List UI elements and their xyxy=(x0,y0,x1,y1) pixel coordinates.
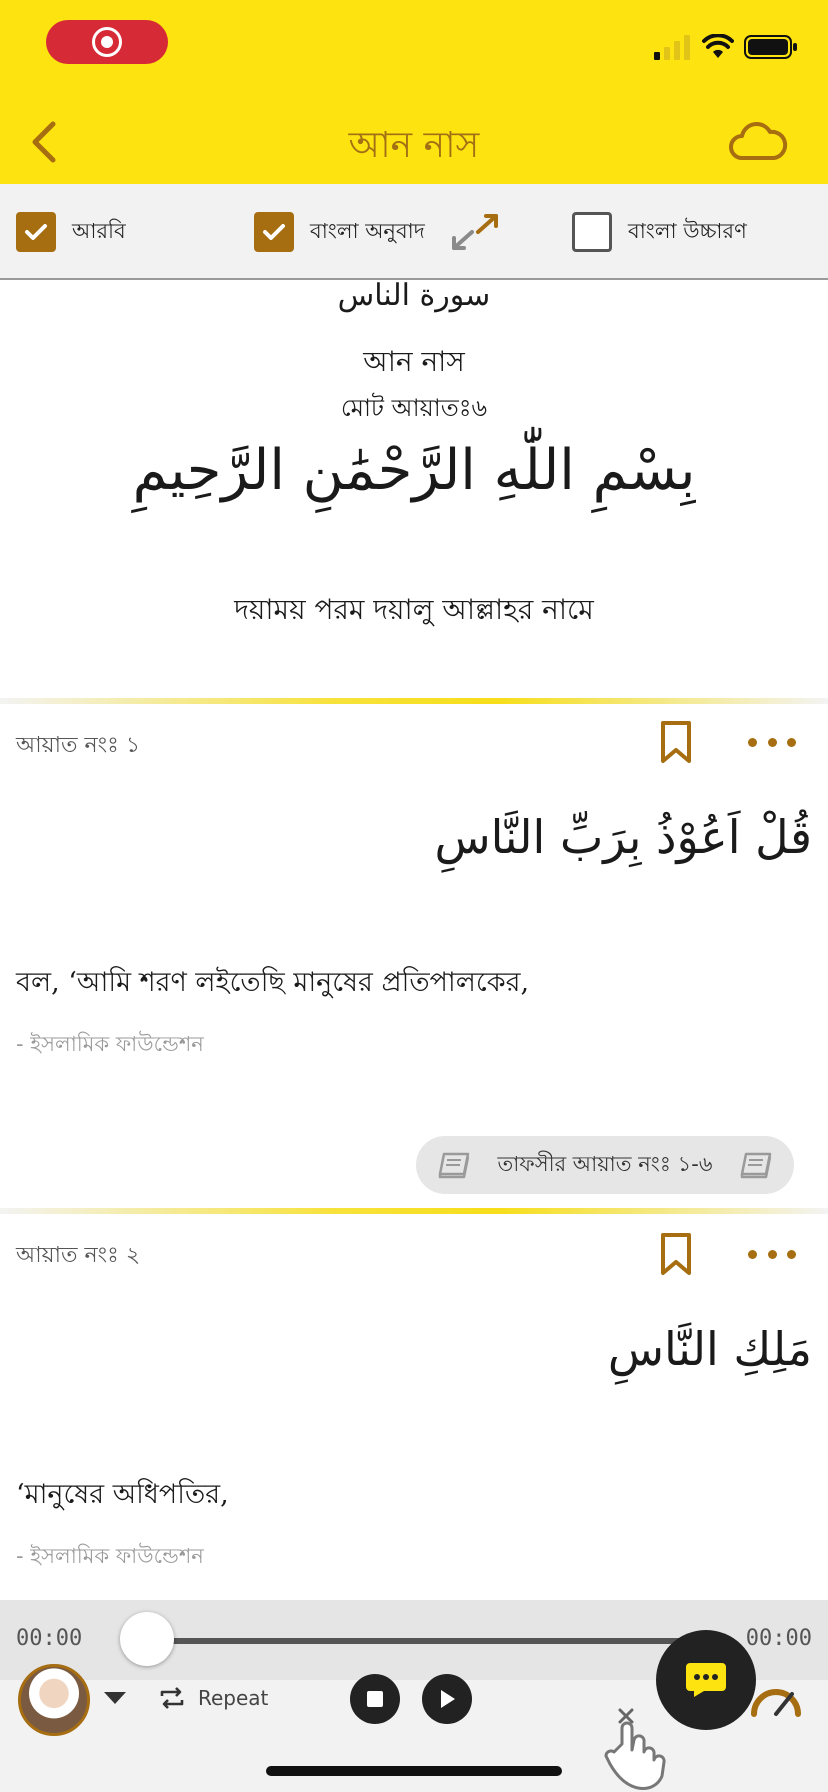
option-bangla-translation[interactable]: বাংলা অনুবাদ xyxy=(254,212,425,252)
page-title: আন নাস xyxy=(348,125,480,166)
speed-icon[interactable] xyxy=(748,1682,804,1718)
bookmark-icon[interactable] xyxy=(656,1232,696,1276)
translation-checkbox[interactable] xyxy=(254,212,294,252)
battery-icon xyxy=(744,35,797,59)
total-ayat: মোট আয়াতঃ৬ xyxy=(340,394,488,422)
play-icon xyxy=(441,1690,455,1708)
progress-track[interactable] xyxy=(146,1638,686,1644)
display-options-bar: আরবি বাংলা অনুবাদ বাংলা উচ্চারণ xyxy=(0,184,828,280)
bookmark-icon[interactable] xyxy=(656,720,696,764)
wifi-icon xyxy=(702,34,734,58)
option-bangla-pronunciation[interactable]: বাংলা উচ্চারণ xyxy=(572,212,747,252)
tafsir-button[interactable]: তাফসীর আয়াত নংঃ ১-৬ xyxy=(416,1136,794,1194)
chat-button[interactable] xyxy=(656,1630,756,1730)
swap-arrows-icon[interactable] xyxy=(450,212,500,252)
repeat-button[interactable]: Repeat xyxy=(158,1684,268,1712)
surah-arabic-name: سورة الناس xyxy=(337,278,491,313)
translation-source: - ইসলামিক ফাউন্ডেশন xyxy=(16,1032,204,1056)
more-options-button[interactable] xyxy=(748,730,796,754)
translation-source: - ইসলামিক ফাউন্ডেশন xyxy=(16,1544,204,1568)
ayah-arabic-text: مَلِكِ النَّاسِ xyxy=(607,1322,812,1376)
ayah-translation: ‘মানুষের অধিপতির, xyxy=(16,1479,229,1510)
chat-icon xyxy=(686,1663,726,1697)
home-indicator[interactable] xyxy=(266,1766,562,1776)
divider xyxy=(0,1208,828,1214)
cellular-signal-icon xyxy=(654,35,690,60)
option-arabic[interactable]: আরবি xyxy=(16,212,126,252)
app-header: আন নাস xyxy=(0,0,828,184)
nav-bar: আন নাস xyxy=(0,100,828,184)
ayah-number-label: আয়াত নংঃ ১ xyxy=(16,733,141,758)
pronunciation-checkbox[interactable] xyxy=(572,212,612,252)
more-options-button[interactable] xyxy=(748,1242,796,1266)
checkmark-icon xyxy=(263,224,285,240)
screen-recording-indicator[interactable] xyxy=(46,20,168,64)
bismillah-arabic: بِسْمِ اللّٰهِ الرَّحْمَٰنِ الرَّحِيمِ xyxy=(132,438,696,503)
current-time: 00:00 xyxy=(16,1626,83,1651)
book-icon xyxy=(438,1152,470,1179)
repeat-icon xyxy=(160,1687,184,1709)
book-icon xyxy=(740,1152,772,1179)
option-translation-label: বাংলা অনুবাদ xyxy=(310,218,425,243)
tap-gesture-icon xyxy=(604,1708,666,1790)
chevron-down-icon[interactable] xyxy=(104,1692,126,1704)
ayah-arabic-text: قُلْ اَعُوْذُ بِرَبِّ النَّاسِ xyxy=(434,810,812,864)
arabic-checkbox[interactable] xyxy=(16,212,56,252)
cloud-icon xyxy=(729,121,788,160)
option-arabic-label: আরবি xyxy=(72,218,126,243)
divider xyxy=(0,698,828,704)
tafsir-label: তাফসীর আয়াত নংঃ ১-৬ xyxy=(497,1151,713,1176)
play-button[interactable] xyxy=(422,1674,472,1724)
option-pronunciation-label: বাংলা উচ্চারণ xyxy=(628,218,747,243)
reciter-avatar[interactable] xyxy=(18,1664,90,1736)
record-icon xyxy=(92,27,122,57)
ayah-number-label: আয়াত নংঃ ২ xyxy=(16,1243,141,1268)
surah-bangla-name: আন নাস xyxy=(363,345,465,378)
ayah-translation: বল, ‘আমি শরণ লইতেছি মানুষের প্রতিপালকের, xyxy=(16,967,530,998)
total-time: 00:00 xyxy=(745,1626,812,1651)
stop-icon xyxy=(367,1691,383,1707)
status-bar-icons xyxy=(652,34,798,60)
stop-button[interactable] xyxy=(350,1674,400,1724)
repeat-label: Repeat xyxy=(198,1686,269,1710)
bismillah-translation: দয়াময় পরম দয়ালু আল্লাহর নামে xyxy=(234,593,594,626)
checkmark-icon xyxy=(25,224,47,240)
progress-thumb[interactable] xyxy=(120,1612,174,1666)
cloud-button[interactable] xyxy=(728,118,788,166)
